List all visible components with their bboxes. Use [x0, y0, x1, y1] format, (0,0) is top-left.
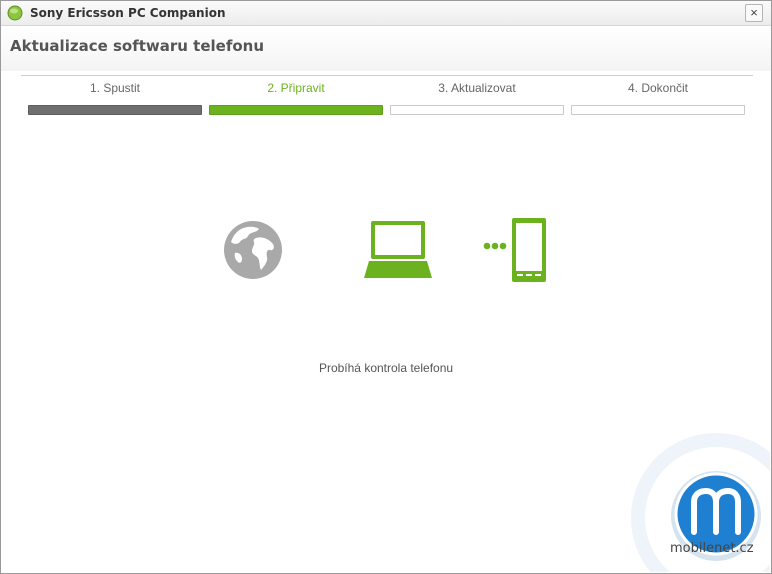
step-progress-bar: [390, 105, 564, 115]
step-dokoncit: 4. Dokončit: [571, 81, 745, 115]
step-progress-bar: [571, 105, 745, 115]
step-spustit: 1. Spustit: [28, 81, 202, 115]
sony-ericsson-logo-icon: [7, 5, 23, 21]
header-divider: [21, 75, 753, 76]
step-label: 4. Dokončit: [627, 81, 689, 95]
step-pripravit: 2. Připravit: [209, 81, 383, 115]
status-message: Probíhá kontrola telefonu: [318, 361, 454, 375]
step-aktualizovat: 3. Aktualizovat: [390, 81, 564, 115]
window-title: Sony Ericsson PC Companion: [30, 6, 226, 20]
step-progress-bar: [209, 105, 383, 115]
close-button[interactable]: ×: [745, 4, 763, 22]
watermark-text: mobilenet.cz: [670, 541, 754, 556]
step-label: 2. Připravit: [267, 81, 325, 95]
step-progress-bar: [28, 105, 202, 115]
step-label: 1. Spustit: [89, 81, 141, 95]
globe-icon: [224, 221, 282, 279]
page-title: Aktualizace softwaru telefonu: [10, 37, 265, 55]
connection-dots-icon: [483, 242, 507, 250]
phone-icon: [512, 218, 546, 282]
step-label: 3. Aktualizovat: [438, 81, 516, 95]
laptop-icon: [364, 221, 432, 278]
title-bar: Sony Ericsson PC Companion ×: [1, 1, 771, 26]
